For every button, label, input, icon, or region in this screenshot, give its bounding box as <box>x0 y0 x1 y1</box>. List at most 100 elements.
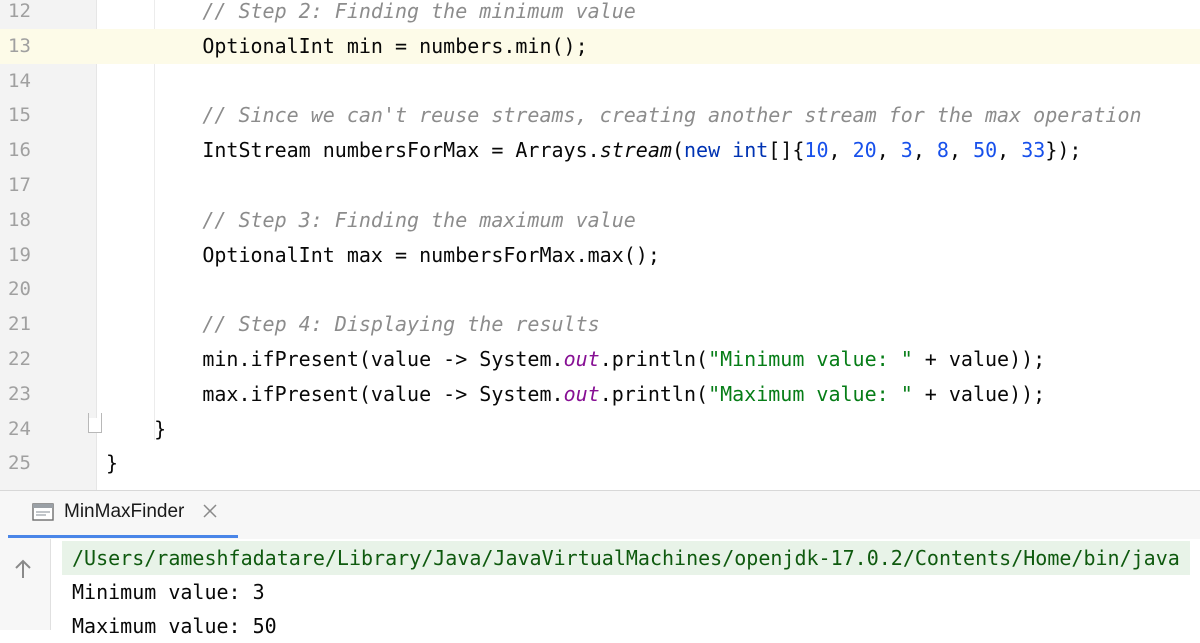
code-token: .println( <box>599 347 709 371</box>
code-token: int <box>732 138 769 163</box>
run-tab-minmaxfinder[interactable]: MinMaxFinder <box>18 491 236 537</box>
line-number: 21 <box>8 313 31 336</box>
line-number: 24 <box>8 417 31 440</box>
up-arrow-icon[interactable] <box>12 557 34 581</box>
line-number-cell[interactable]: 14 <box>0 63 96 99</box>
code-token: , <box>997 138 1022 163</box>
code-text: // Step 2: Finding the minimum value <box>106 0 635 29</box>
code-token: } <box>106 451 119 476</box>
code-token: "Minimum value: " <box>708 347 913 371</box>
code-line[interactable]: 21 // Step 4: Displaying the results <box>0 307 1200 342</box>
line-number-cell[interactable]: 18 <box>0 202 96 238</box>
line-number: 18 <box>8 208 31 231</box>
console-toolbar <box>0 539 51 630</box>
code-line[interactable]: 16 IntStream numbersForMax = Arrays.stre… <box>0 133 1200 168</box>
code-text: OptionalInt min = numbers.min(); <box>106 29 588 64</box>
code-token: , <box>828 138 853 163</box>
run-tab-label: MinMaxFinder <box>64 501 185 522</box>
line-number: 16 <box>8 139 31 162</box>
code-text: // Step 4: Displaying the results <box>106 307 600 342</box>
code-token: 8 <box>936 138 949 163</box>
code-token: + value)); <box>912 347 1046 371</box>
code-text: } <box>106 446 118 481</box>
run-tool-tabs: MinMaxFinder <box>0 491 1200 539</box>
code-token: stream <box>599 138 672 163</box>
code-token: 50 <box>973 138 998 163</box>
line-number-cell[interactable]: 25 <box>0 446 96 482</box>
line-number-cell[interactable]: 21 <box>0 307 96 342</box>
code-text: // Since we can't reuse streams, creatin… <box>106 98 1142 133</box>
line-number-cell[interactable]: 22 <box>0 342 96 377</box>
code-text: // Step 3: Finding the maximum value <box>106 203 636 238</box>
line-number-cell[interactable]: 13 <box>0 28 96 64</box>
code-token: ( <box>671 138 684 163</box>
code-line[interactable]: 22 min.ifPresent(value -> System.out.pri… <box>0 342 1200 377</box>
code-token: 10 <box>804 138 829 163</box>
code-text: IntStream numbersForMax = Arrays.stream(… <box>106 133 1081 168</box>
line-number: 25 <box>8 452 31 475</box>
line-number: 22 <box>8 348 31 370</box>
code-line[interactable]: 17 <box>0 168 1200 203</box>
code-line[interactable]: 23 max.ifPresent(value -> System.out.pri… <box>0 376 1200 412</box>
code-token: // Since we can't reuse streams, creatin… <box>202 103 1142 128</box>
line-number: 17 <box>8 174 31 196</box>
code-token: } <box>106 416 167 441</box>
code-editor[interactable]: 12 // Step 2: Finding the minimum value 1… <box>0 0 1200 490</box>
code-line[interactable]: 24 } <box>0 411 1200 447</box>
code-token: OptionalInt max = numbersForMax.max(); <box>106 242 660 267</box>
code-token: 33 <box>1021 138 1046 163</box>
line-number: 15 <box>8 104 31 127</box>
line-number-cell[interactable]: 12 <box>0 0 96 29</box>
code-token: out <box>563 347 600 371</box>
code-line[interactable]: 13 OptionalInt min = numbers.min(); <box>0 28 1200 64</box>
close-icon[interactable] <box>202 503 218 519</box>
console-command-line: /Users/rameshfadatare/Library/Java/JavaV… <box>62 541 1190 575</box>
line-number: 23 <box>8 382 31 405</box>
code-line[interactable]: 15 // Since we can't reuse streams, crea… <box>0 98 1200 134</box>
line-number-cell[interactable]: 17 <box>0 168 96 203</box>
code-token: , <box>876 138 901 163</box>
code-token: out <box>563 381 600 406</box>
console-output-line: Minimum value: 3 <box>72 580 265 604</box>
line-number: 14 <box>8 69 31 92</box>
line-number-cell[interactable]: 15 <box>0 98 96 134</box>
code-token: // Step 3: Finding the maximum value <box>202 207 636 232</box>
line-number-cell[interactable]: 24 <box>0 411 96 447</box>
fold-marker-icon[interactable] <box>88 418 102 433</box>
code-token: min.ifPresent(value -> System. <box>106 347 564 371</box>
code-token: , <box>912 138 937 163</box>
code-token: 3 <box>900 138 913 163</box>
code-token: max.ifPresent(value -> System. <box>106 381 564 406</box>
code-line[interactable]: 12 // Step 2: Finding the minimum value <box>0 0 1200 29</box>
code-line[interactable]: 20 <box>0 272 1200 308</box>
code-token: 20 <box>852 138 877 163</box>
code-token: }); <box>1045 138 1082 163</box>
line-number-cell[interactable]: 19 <box>0 237 96 273</box>
code-line[interactable]: 14 <box>0 63 1200 99</box>
line-number: 12 <box>8 0 31 22</box>
line-number: 13 <box>8 34 31 57</box>
console-output[interactable]: /Users/rameshfadatare/Library/Java/JavaV… <box>0 539 1200 638</box>
code-token: OptionalInt min = numbers.min(); <box>106 33 588 58</box>
line-number-cell[interactable]: 23 <box>0 376 96 412</box>
line-number: 19 <box>8 243 31 266</box>
active-tab-indicator <box>8 535 238 538</box>
code-line[interactable]: 18 // Step 3: Finding the maximum value <box>0 202 1200 238</box>
code-text: min.ifPresent(value -> System.out.printl… <box>106 342 1045 377</box>
code-line[interactable]: 19 OptionalInt max = numbersForMax.max()… <box>0 237 1200 273</box>
code-token: .println( <box>599 381 709 406</box>
line-number-cell[interactable]: 20 <box>0 272 96 308</box>
code-line[interactable]: 25} <box>0 446 1200 482</box>
console-icon <box>32 503 54 521</box>
code-token: new <box>683 138 721 163</box>
code-token: , <box>948 138 974 163</box>
code-token: []{ <box>768 138 805 163</box>
code-token: // Step 4: Displaying the results <box>202 312 600 337</box>
line-number-cell[interactable]: 16 <box>0 133 96 168</box>
code-text: max.ifPresent(value -> System.out.printl… <box>106 377 1045 412</box>
